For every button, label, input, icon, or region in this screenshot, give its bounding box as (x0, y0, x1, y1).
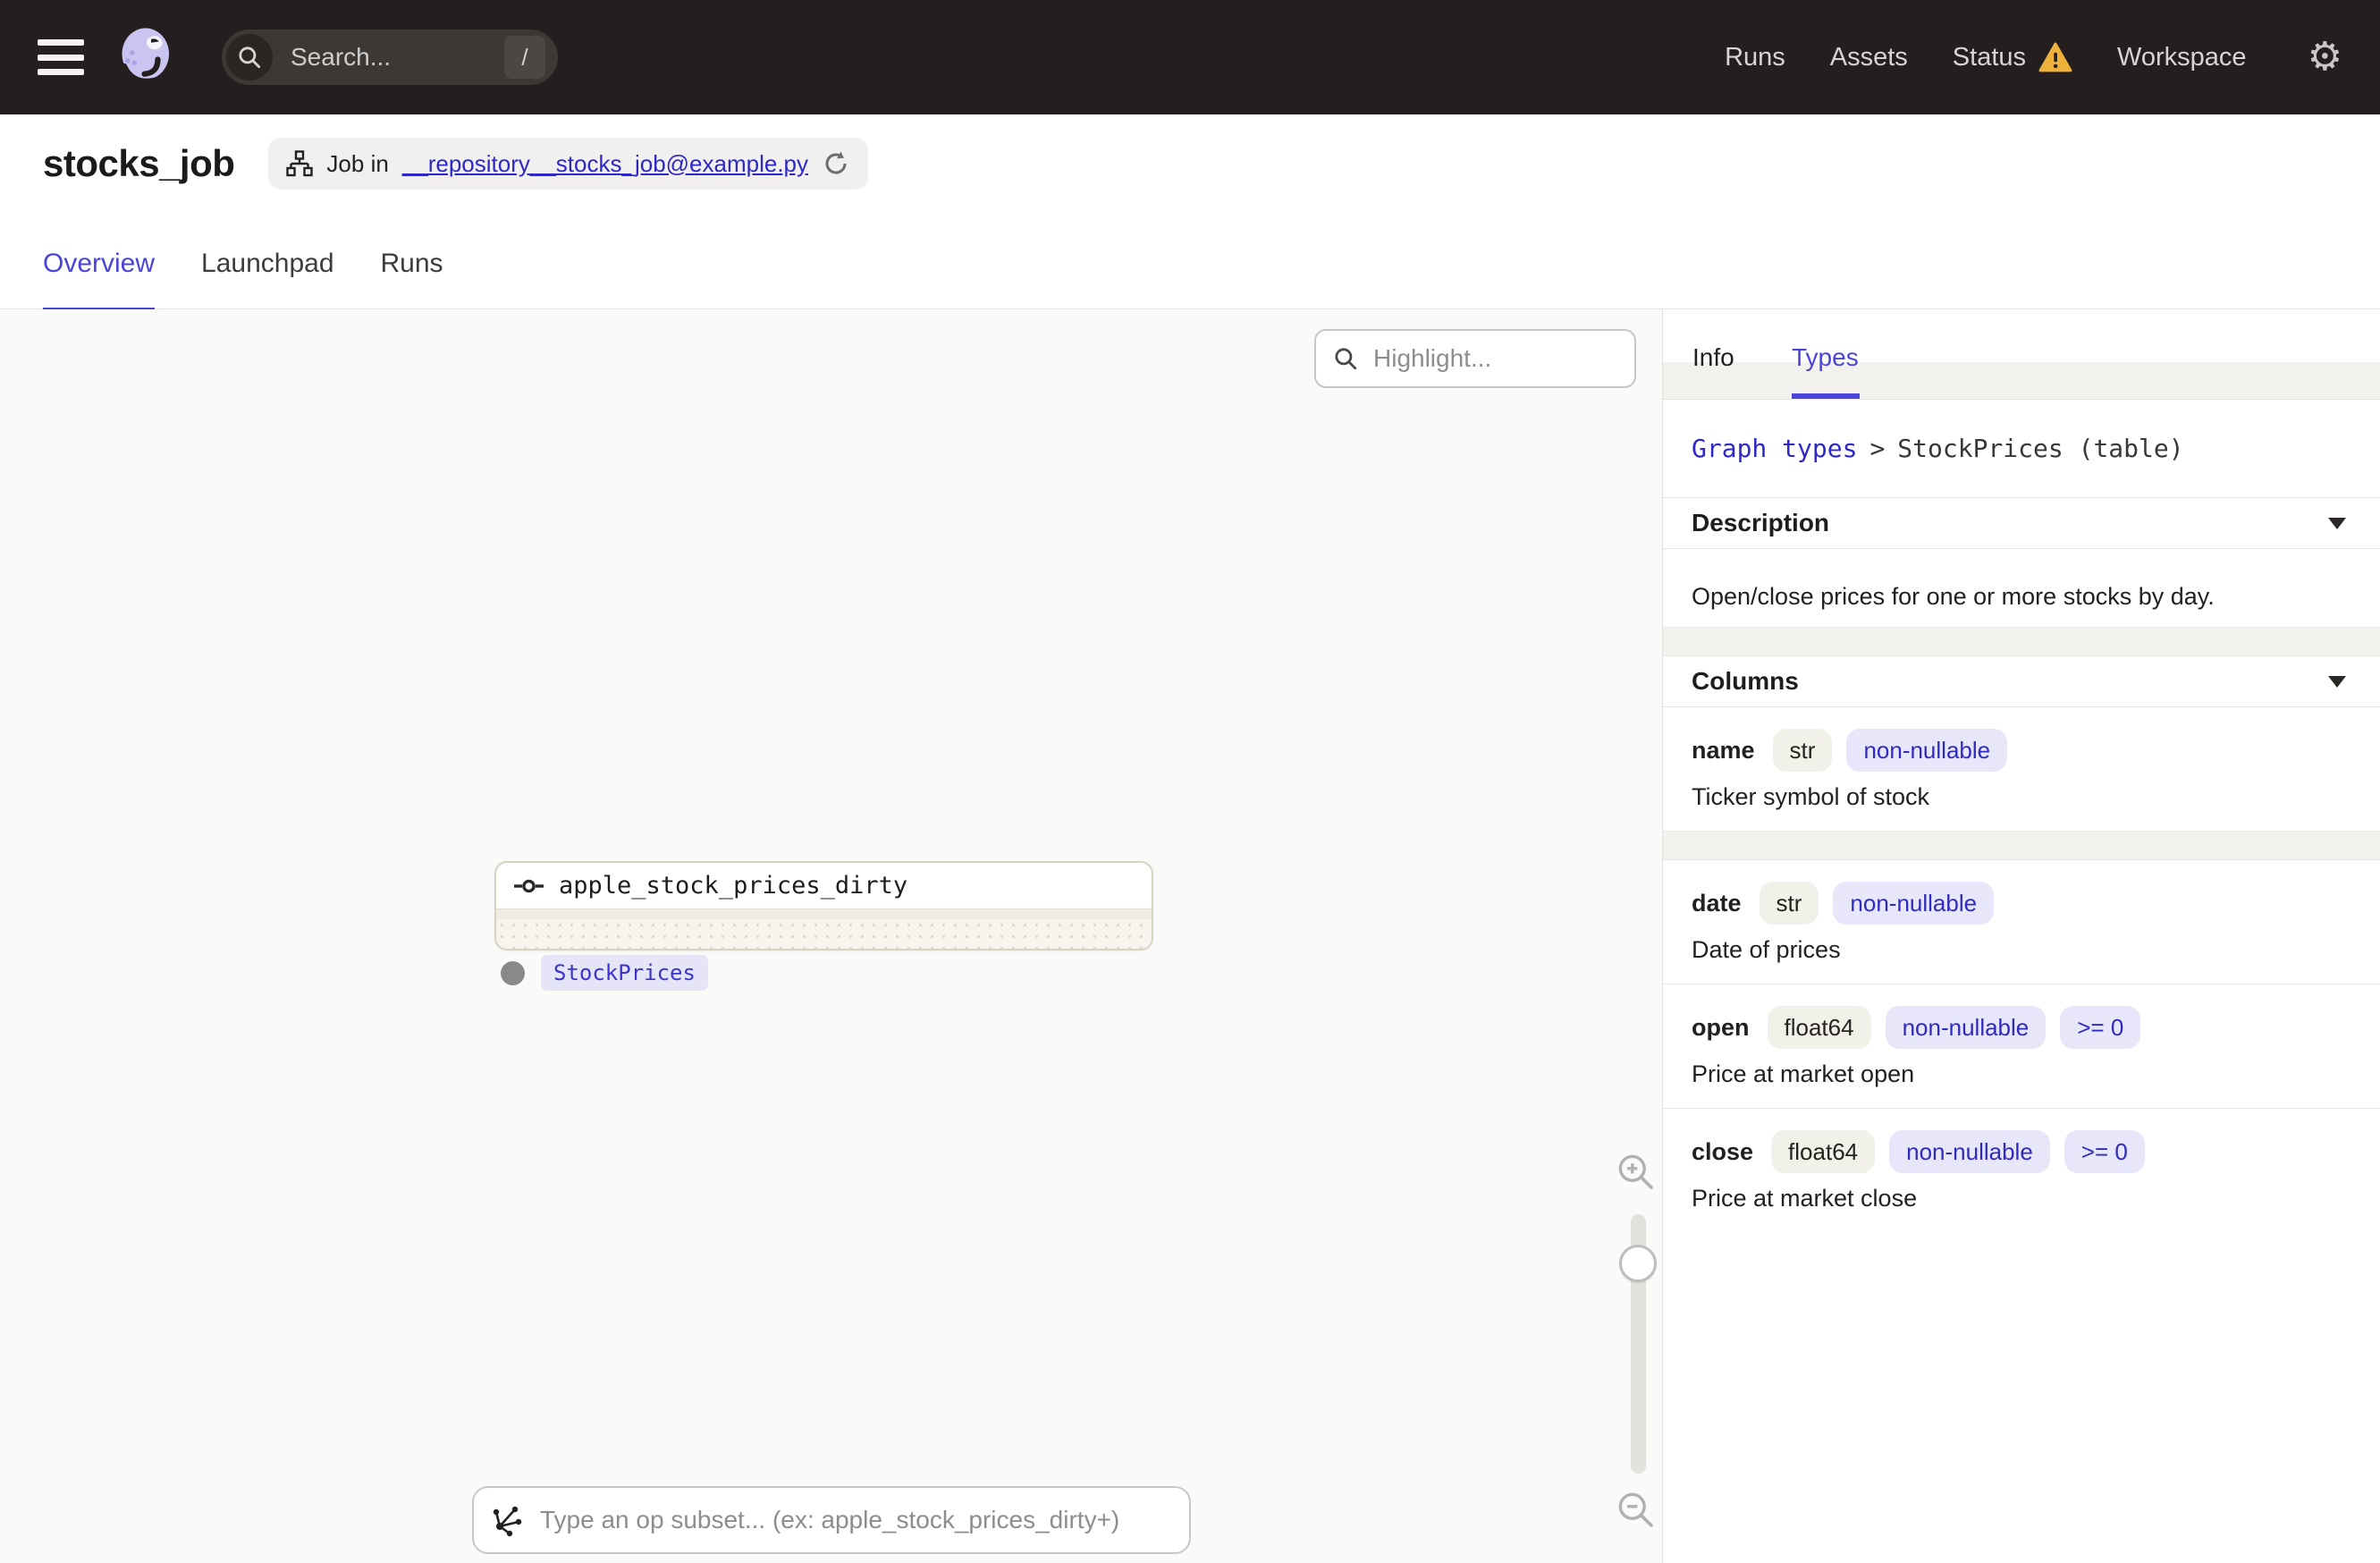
column-name: name (1692, 736, 1755, 764)
graph-canvas[interactable]: apple_stock_prices_dirty StockPrices (0, 309, 1663, 1563)
op-node[interactable]: apple_stock_prices_dirty (494, 861, 1153, 950)
global-search[interactable]: / (222, 30, 558, 85)
gear-icon[interactable]: ⚙ (2308, 38, 2342, 77)
op-icon (514, 879, 544, 892)
slash-shortcut-badge: / (504, 36, 545, 79)
job-origin-badge: Job in __repository__stocks_job@example.… (268, 138, 868, 190)
nav-status[interactable]: Status (1953, 42, 2072, 72)
sidebar-tab-types[interactable]: Types (1792, 343, 1859, 372)
op-subset-input[interactable] (538, 1505, 1171, 1535)
op-node-body (496, 919, 1152, 949)
column-row-open: open float64 non-nullable >= 0 Price at … (1663, 984, 2380, 1109)
op-node-name: apple_stock_prices_dirty (559, 872, 908, 900)
sidebar-tab-info[interactable]: Info (1692, 343, 1734, 372)
topbar: / Runs Assets Status Workspace ⚙ (0, 0, 2380, 114)
page-tabs: Overview Launchpad Runs (43, 249, 2380, 313)
zoom-in-icon[interactable] (1615, 1150, 1659, 1195)
description-heading: Description (1692, 509, 1830, 536)
breadcrumb-separator: > (1869, 434, 1886, 463)
columns-heading: Columns (1692, 667, 1799, 695)
column-description: Price at market open (1692, 1060, 1915, 1087)
tab-launchpad[interactable]: Launchpad (201, 249, 333, 313)
page-title: stocks_job (43, 142, 235, 184)
section-divider-band (1663, 627, 2380, 656)
highlight-search-icon (1335, 348, 1357, 370)
column-constraint-tag: >= 0 (2064, 1130, 2145, 1173)
zoom-slider-thumb[interactable] (1619, 1245, 1657, 1282)
column-name: close (1692, 1137, 1754, 1165)
column-description: Date of prices (1692, 936, 1841, 963)
section-divider-band (1663, 831, 2380, 860)
top-nav: Runs Assets Status Workspace ⚙ (1725, 38, 2342, 77)
description-text: Open/close prices for one or more stocks… (1692, 583, 2215, 610)
zoom-out-icon[interactable] (1615, 1488, 1659, 1533)
breadcrumb-graph-types-link[interactable]: Graph types (1692, 434, 1857, 463)
highlight-input[interactable] (1371, 343, 1618, 374)
tab-runs[interactable]: Runs (381, 249, 443, 313)
search-input[interactable] (289, 42, 504, 72)
column-constraint-tag: non-nullable (1833, 882, 1995, 925)
column-name: date (1692, 889, 1742, 917)
column-constraint-tag: >= 0 (2060, 1006, 2141, 1049)
highlight-search[interactable] (1314, 329, 1636, 388)
column-type-tag: str (1772, 729, 1833, 772)
column-type-tag: float64 (1771, 1130, 1876, 1173)
breadcrumb: Graph types > StockPrices (table) (1663, 400, 2380, 498)
warning-icon (2038, 42, 2072, 72)
op-subset-icon (493, 1506, 522, 1537)
column-row-name: name str non-nullable Ticker symbol of s… (1663, 707, 2380, 831)
dagster-logo[interactable] (111, 21, 182, 93)
description-section-header[interactable]: Description (1663, 498, 2380, 549)
caret-down-icon[interactable] (2328, 517, 2346, 529)
sidebar-tabs: Info Types (1663, 309, 2380, 400)
active-tab-underline (1792, 393, 1860, 399)
job-badge-prefix: Job in (326, 149, 389, 177)
op-node-strip (496, 909, 1152, 919)
op-output-row: StockPrices (501, 955, 708, 991)
column-row-close: close float64 non-nullable >= 0 Price at… (1663, 1109, 2380, 1232)
output-port (501, 960, 525, 985)
type-sidebar: Info Types Graph types > StockPrices (ta… (1663, 309, 2380, 1563)
column-constraint-tag: non-nullable (1885, 1006, 2047, 1049)
op-subset-box[interactable] (472, 1486, 1191, 1554)
column-name: open (1692, 1013, 1750, 1041)
nav-runs[interactable]: Runs (1725, 43, 1785, 72)
column-row-date: date str non-nullable Date of prices (1663, 860, 2380, 984)
column-type-tag: str (1759, 882, 1819, 925)
tab-overview[interactable]: Overview (43, 249, 156, 313)
octopus-logo-icon (121, 28, 169, 89)
workspace: apple_stock_prices_dirty StockPrices (0, 309, 2380, 1563)
breadcrumb-current: StockPrices (table) (1897, 434, 2184, 463)
column-description: Price at market close (1692, 1185, 1918, 1212)
page-header: stocks_job Job in __repository__stocks_j… (0, 114, 2380, 313)
column-constraint-tag: non-nullable (1889, 1130, 2050, 1173)
output-type-tag[interactable]: StockPrices (541, 955, 708, 991)
column-description: Ticker symbol of stock (1692, 783, 1930, 810)
job-graph-icon (286, 150, 314, 177)
caret-down-icon[interactable] (2328, 675, 2346, 688)
hamburger-menu-icon[interactable] (38, 39, 84, 75)
job-file-link[interactable]: __repository__stocks_job@example.py (402, 150, 808, 178)
column-type-tag: float64 (1767, 1006, 1871, 1049)
columns-section-header[interactable]: Columns (1663, 656, 2380, 707)
search-icon (226, 34, 273, 80)
nav-workspace[interactable]: Workspace (2117, 43, 2247, 72)
refresh-icon[interactable] (822, 149, 850, 178)
nav-assets[interactable]: Assets (1830, 43, 1908, 72)
column-constraint-tag: non-nullable (1846, 729, 2008, 772)
